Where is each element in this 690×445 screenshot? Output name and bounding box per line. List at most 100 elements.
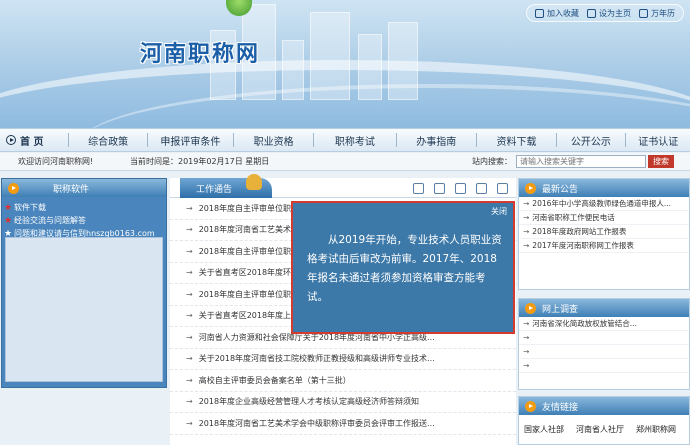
arrow-circle-icon: [525, 302, 536, 314]
arrow-right-icon: →: [186, 332, 193, 342]
news-item[interactable]: → 2018年度河南省工艺美术学会中级职称评审委员会评审工作报送...: [170, 413, 516, 435]
announcement-title: 河南省职称工作便民电话: [532, 213, 615, 222]
nav-item-exam[interactable]: 职称考试: [315, 133, 394, 148]
news-title: 2018年度河南省工艺美术学会中级职称评审委员会评审工作报送...: [198, 418, 435, 428]
arrow-right-icon: →: [186, 289, 193, 299]
arrow-right-icon: →: [523, 361, 530, 370]
survey-header: 网上调查: [519, 299, 689, 317]
software-panel: 职称软件 ★ 软件下载 ★ 经验交流与问题解答 ★ 问题和建议请与信到hnszgb01…: [1, 178, 167, 388]
search-input[interactable]: [516, 155, 646, 168]
top-link-label: 设为主页: [599, 8, 631, 18]
top-link-label: 万年历: [651, 8, 675, 18]
news-item[interactable]: → 2018年度企业高级经营管理人才考核认定高级经济师答辩须知: [170, 392, 516, 413]
top-links: 加入收藏 设为主页 万年历: [526, 4, 684, 22]
arrow-right-icon: →: [186, 397, 193, 407]
arrow-right-icon: →: [523, 319, 530, 328]
panel-tool-icons: [413, 183, 508, 194]
arrow-right-icon: →: [186, 268, 193, 278]
panel-title: 网上调查: [542, 304, 579, 315]
link-label: 软件下载: [14, 203, 46, 212]
friend-links: 国家人社部 河南省人社厅 郑州职称网: [519, 415, 689, 444]
exam-notice-popup: 关闭 从2019年开始，专业技术人员职业资格考试由后审改为前审。2017年、20…: [291, 201, 515, 334]
star-icon: ★: [4, 202, 13, 213]
survey-item[interactable]: →: [519, 359, 689, 373]
bookmark-icon[interactable]: [413, 183, 424, 194]
main-nav: 首 页 综合政策 申报评审条件 职业资格 职称考试 办事指南 资料下载 公开公示…: [0, 128, 690, 152]
nav-item-guide[interactable]: 办事指南: [398, 133, 475, 148]
calendar-link[interactable]: 万年历: [639, 8, 675, 19]
panel-title: 友情链接: [542, 402, 579, 413]
settings-icon[interactable]: [497, 183, 508, 194]
bookmark-icon: [535, 8, 544, 18]
link-label: 经验交流与问题解答: [14, 216, 86, 225]
friend-links-header: 友情链接: [519, 397, 689, 415]
announcement-title: 2018年度政府网站工作报表: [532, 227, 627, 236]
survey-item[interactable]: →: [519, 331, 689, 345]
panel-title: 职称软件: [53, 184, 90, 195]
arrow-right-icon: →: [523, 213, 530, 222]
notices-tabbar: 工作通告: [170, 174, 516, 198]
arrow-circle-icon: [8, 182, 19, 194]
news-item[interactable]: → 高校自主评审委员会备案名单（第十三批）: [170, 370, 516, 392]
survey-list: → 河南省深化简政放权放管结合... → → →: [519, 317, 689, 373]
add-favorite-link[interactable]: 加入收藏: [535, 8, 579, 19]
search-button[interactable]: 搜索: [648, 155, 674, 168]
expand-icon[interactable]: [434, 183, 445, 194]
latest-announcements-panel: 最新公告 → 2016年中小学高级教师绿色通道申报人... → 河南省职称工作便民电…: [518, 178, 690, 290]
news-title: 高校自主评审委员会备案名单（第十三批）: [198, 375, 351, 385]
friend-link[interactable]: 国家人社部: [524, 424, 564, 435]
announcement-item[interactable]: → 2017年度河南职称网工作报表: [519, 239, 689, 253]
survey-item[interactable]: → 河南省深化简政放权放管结合...: [519, 317, 689, 331]
nav-item-public[interactable]: 公开公示: [558, 133, 623, 148]
nav-item-certificate[interactable]: 证书认证: [627, 133, 690, 148]
arrow-circle-icon: [525, 182, 536, 194]
friend-link[interactable]: 河南省人社厅: [576, 424, 624, 435]
news-item[interactable]: → 关于2018年度河南省技工院校教师正教授级和高级讲师专业技术...: [170, 349, 516, 370]
survey-title: 河南省深化简政放权放管结合...: [532, 319, 637, 328]
announcement-title: 2016年中小学高级教师绿色通道申报人...: [532, 199, 672, 208]
star-icon: ★: [4, 215, 13, 226]
announcements-header: 最新公告: [519, 179, 689, 197]
announcement-item[interactable]: → 2018年度政府网站工作报表: [519, 225, 689, 239]
current-time: 当前时间是：2019年02月17日 星期日: [130, 156, 380, 167]
site-title: 河南职称网: [140, 41, 261, 67]
nav-divider: [556, 133, 558, 147]
nav-divider: [146, 133, 148, 147]
home-icon: [587, 8, 596, 18]
share-icon[interactable]: [476, 183, 487, 194]
nav-item-policy[interactable]: 综合政策: [70, 133, 145, 148]
arrow-right-icon: →: [186, 203, 193, 213]
announcement-list: → 2016年中小学高级教师绿色通道申报人... → 河南省职称工作便民电话 → 20…: [519, 197, 689, 253]
calendar-icon: [639, 8, 648, 18]
play-circle-icon: [6, 135, 16, 145]
nav-divider: [233, 133, 234, 147]
online-survey-panel: 网上调查 → 河南省深化简政放权放管结合... → → →: [518, 298, 690, 390]
arrow-right-icon: →: [523, 333, 530, 342]
top-link-label: 加入收藏: [547, 8, 579, 18]
announcement-item[interactable]: → 2016年中小学高级教师绿色通道申报人...: [519, 197, 689, 211]
header-banner: 河南职称网 加入收藏 设为主页 万年历: [0, 0, 690, 128]
news-title: 关于2018年度河南省技工院校教师正教授级和高级讲师专业技术...: [198, 354, 435, 364]
software-download-link[interactable]: ★ 软件下载: [4, 201, 164, 214]
arrow-right-icon: →: [186, 354, 193, 364]
nav-item-downloads[interactable]: 资料下载: [478, 133, 555, 148]
nav-divider: [624, 133, 626, 147]
save-icon[interactable]: [455, 183, 466, 194]
nav-item-qualification[interactable]: 职业资格: [235, 133, 312, 148]
friend-link[interactable]: 郑州职称网: [636, 424, 676, 435]
set-homepage-link[interactable]: 设为主页: [587, 8, 631, 19]
arrow-right-icon: →: [186, 246, 193, 256]
panel-title: 最新公告: [542, 184, 579, 195]
welcome-text: 欢迎访问河南职称网!: [18, 157, 94, 166]
time-value: 2019年02月17日 星期日: [178, 157, 270, 166]
nav-home[interactable]: 首 页: [6, 133, 67, 148]
survey-item[interactable]: →: [519, 345, 689, 359]
popup-message: 从2019年开始，专业技术人员职业资格考试由后审改为前审。2017年、2018年…: [307, 234, 502, 303]
nav-item-conditions[interactable]: 申报评审条件: [149, 133, 232, 148]
faq-link[interactable]: ★ 经验交流与问题解答: [4, 214, 164, 227]
popup-close-button[interactable]: 关闭: [491, 206, 507, 217]
arrow-right-icon: →: [186, 311, 193, 321]
nav-divider: [68, 133, 70, 147]
announcement-item[interactable]: → 河南省职称工作便民电话: [519, 211, 689, 225]
nav-divider: [475, 133, 477, 147]
